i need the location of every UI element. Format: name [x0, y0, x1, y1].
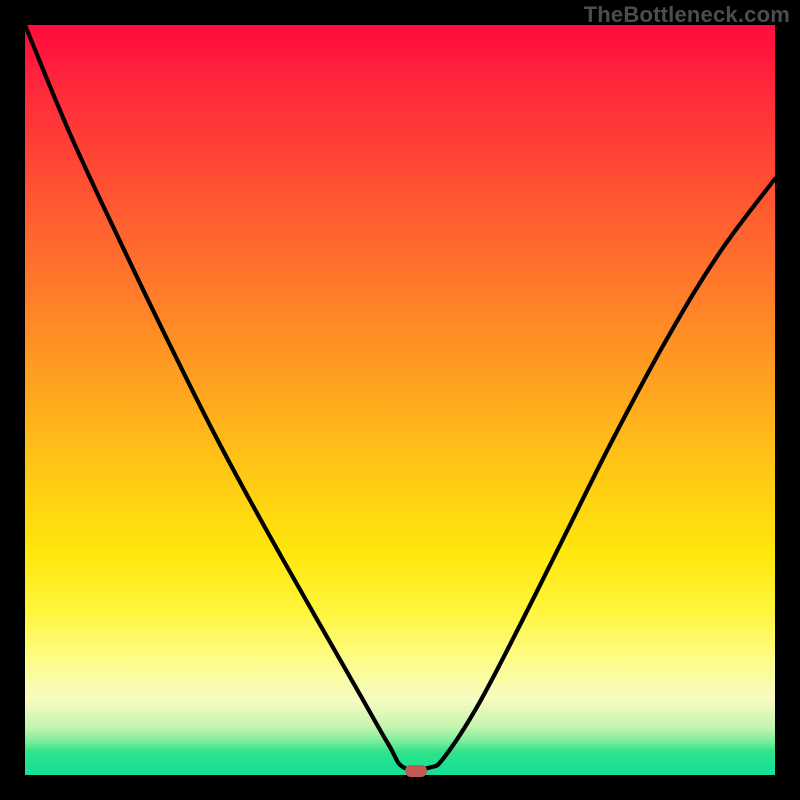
chart-frame: TheBottleneck.com [0, 0, 800, 800]
watermark-label: TheBottleneck.com [584, 2, 790, 28]
optimum-marker [405, 765, 427, 777]
curve-path [25, 25, 775, 770]
axis-baseline [25, 775, 775, 776]
bottleneck-curve [25, 25, 775, 775]
